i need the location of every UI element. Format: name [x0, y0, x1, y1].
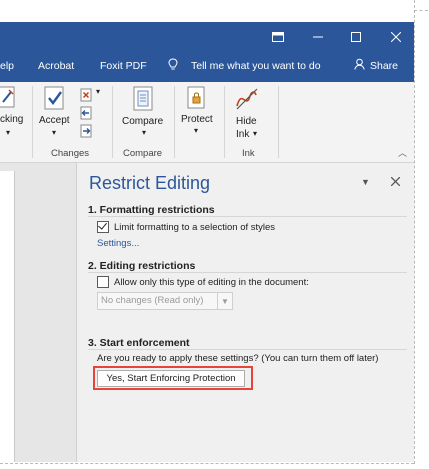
- ink-group-label: Ink: [242, 148, 255, 159]
- chevron-down-icon[interactable]: ▼: [217, 293, 232, 309]
- reject-dropdown-caret[interactable]: ▾: [96, 87, 100, 96]
- section-rule: [88, 349, 407, 350]
- document-page[interactable]: [0, 171, 15, 462]
- start-enforcement-heading: 3. Start enforcement: [88, 337, 190, 349]
- compare-icon[interactable]: [131, 86, 157, 117]
- editing-restrictions-heading: 2. Editing restrictions: [88, 260, 196, 272]
- menu-help[interactable]: elp: [0, 60, 14, 72]
- allow-editing-checkbox[interactable]: [97, 276, 109, 288]
- hide-ink-icon[interactable]: [234, 86, 260, 117]
- editing-type-dropdown[interactable]: No changes (Read only) ▼: [97, 292, 233, 310]
- tell-me-search[interactable]: Tell me what you want to do: [191, 60, 321, 72]
- close-icon[interactable]: [386, 22, 406, 52]
- protect-icon[interactable]: [185, 86, 209, 115]
- pane-title: Restrict Editing: [89, 173, 211, 193]
- accept-icon[interactable]: [43, 86, 67, 115]
- pane-options-icon[interactable]: ▼: [361, 177, 370, 187]
- section-rule: [88, 216, 407, 217]
- section-rule: [88, 272, 407, 273]
- accept-label[interactable]: Accept: [39, 115, 70, 126]
- previous-change-icon[interactable]: [80, 106, 94, 125]
- ribbon-separator: [174, 86, 175, 158]
- enforcement-question: Are you ready to apply these settings? (…: [97, 353, 379, 364]
- formatting-restrictions-heading: 1. Formatting restrictions: [88, 204, 215, 216]
- menu-acrobat[interactable]: Acrobat: [38, 60, 74, 72]
- collapse-ribbon-icon[interactable]: ︿: [398, 146, 407, 159]
- changes-group-label: Changes: [51, 148, 90, 159]
- ribbon-separator: [32, 86, 33, 158]
- start-enforcing-protection-button[interactable]: Yes, Start Enforcing Protection: [97, 370, 245, 387]
- word-window: elp Acrobat Foxit PDF Tell me what you w…: [0, 0, 414, 462]
- minimize-icon[interactable]: [308, 22, 328, 52]
- pane-close-icon[interactable]: [390, 175, 401, 189]
- tracking-label: cking: [0, 114, 24, 125]
- protect-label[interactable]: Protect: [181, 114, 213, 125]
- limit-formatting-row[interactable]: Limit formatting to a selection of style…: [97, 221, 275, 233]
- limit-formatting-checkbox[interactable]: [97, 221, 109, 233]
- screenshot-border-corner: [414, 10, 428, 11]
- allow-editing-label: Allow only this type of editing in the d…: [114, 276, 309, 288]
- next-change-icon[interactable]: [80, 124, 94, 143]
- hide-ink-dropdown-caret[interactable]: ▾: [253, 129, 257, 138]
- menu-bar: elp Acrobat Foxit PDF Tell me what you w…: [0, 52, 414, 82]
- lightbulb-icon: [168, 58, 178, 74]
- tracking-icon[interactable]: [0, 86, 18, 113]
- maximize-icon[interactable]: [346, 22, 366, 52]
- screenshot-border-right: [414, 0, 415, 464]
- screenshot-border-bottom: [0, 463, 414, 464]
- protect-dropdown-caret[interactable]: ▾: [194, 126, 198, 135]
- hide-ink-label-line2[interactable]: Ink: [236, 129, 249, 140]
- reject-icon[interactable]: [80, 88, 94, 107]
- ribbon-separator: [112, 86, 113, 158]
- hide-ink-label-line1[interactable]: Hide: [236, 116, 257, 127]
- ribbon-separator: [278, 86, 279, 158]
- restrict-editing-pane: Restrict Editing ▼ 1. Formatting restric…: [76, 163, 414, 462]
- formatting-settings-link[interactable]: Settings...: [97, 238, 139, 249]
- compare-group-label: Compare: [123, 148, 163, 159]
- menu-foxit-pdf[interactable]: Foxit PDF: [100, 60, 147, 72]
- tracking-dropdown-caret: ▾: [6, 128, 11, 137]
- allow-editing-row[interactable]: Allow only this type of editing in the d…: [97, 276, 309, 288]
- ribbon-separator: [224, 86, 225, 158]
- accept-dropdown-caret[interactable]: ▾: [52, 128, 56, 137]
- compare-label[interactable]: Compare: [122, 116, 163, 127]
- editing-type-value: No changes (Read only): [101, 295, 204, 306]
- compare-dropdown-caret[interactable]: ▾: [142, 128, 146, 137]
- share-person-icon: [354, 58, 366, 73]
- ribbon-display-options-icon[interactable]: [268, 22, 288, 52]
- title-bar: [0, 22, 414, 52]
- limit-formatting-label: Limit formatting to a selection of style…: [114, 221, 276, 233]
- ribbon-review-tab: cking ▾ Accept ▾ ▾ Changes Compare ▾ Com…: [0, 82, 414, 163]
- share-button[interactable]: Share: [370, 60, 398, 72]
